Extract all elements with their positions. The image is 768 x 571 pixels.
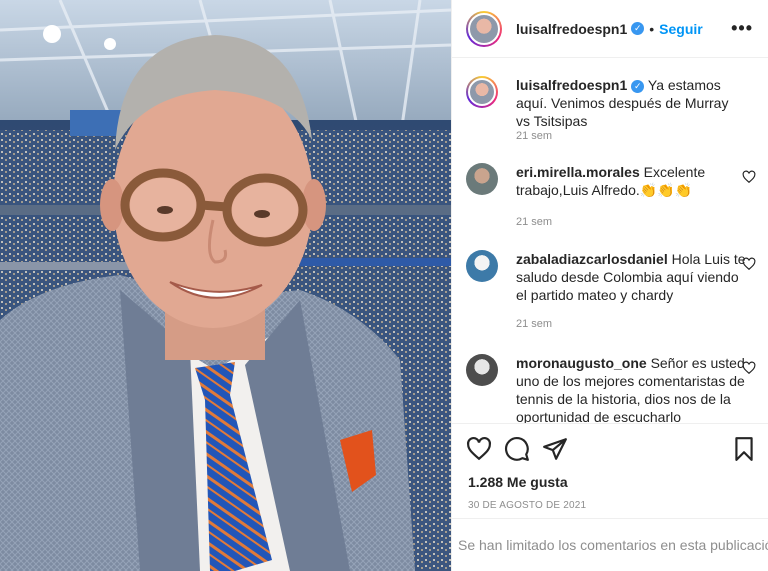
- follow-button[interactable]: Seguir: [659, 21, 703, 37]
- list-item: zabaladiazcarlosdaniel Hola Luis te salu…: [466, 250, 756, 340]
- avatar[interactable]: [466, 163, 498, 195]
- post-header: luisalfredoespn1 ✓ • Seguir •••: [452, 0, 768, 58]
- caption: luisalfredoespn1 ✓ Ya estamos aquí. Venim…: [466, 76, 756, 146]
- post-actions-bar: [452, 423, 768, 471]
- comment-time: 21 sem: [516, 318, 553, 330]
- avatar[interactable]: [466, 250, 498, 282]
- caption-username[interactable]: luisalfredoespn1: [516, 77, 627, 93]
- comments-list[interactable]: luisalfredoespn1 ✓ Ya estamos aquí. Venim…: [452, 59, 768, 423]
- caption-body: luisalfredoespn1 ✓ Ya estamos aquí. Venim…: [516, 76, 746, 130]
- heart-icon[interactable]: [742, 361, 756, 375]
- heart-icon[interactable]: [742, 257, 756, 271]
- avatar[interactable]: [466, 354, 498, 386]
- post-side-panel: luisalfredoespn1 ✓ • Seguir ••• luisalfr…: [451, 0, 768, 571]
- caption-avatar[interactable]: [466, 76, 498, 108]
- comment-body: eri.mirella.morales Excelente trabajo,Lu…: [516, 163, 746, 199]
- verified-badge-icon: ✓: [631, 80, 645, 93]
- heart-icon[interactable]: [466, 436, 492, 462]
- author-avatar[interactable]: [466, 10, 502, 47]
- bookmark-icon[interactable]: [731, 436, 757, 462]
- list-item: eri.mirella.morales Excelente trabajo,Lu…: [466, 163, 756, 233]
- post-photo[interactable]: [0, 0, 451, 571]
- post-date: 30 DE AGOSTO DE 2021: [468, 500, 587, 511]
- more-options-icon[interactable]: •••: [731, 18, 753, 39]
- selfie-stadium-image: [0, 0, 451, 571]
- comment-time: 21 sem: [516, 216, 553, 228]
- comment-username[interactable]: eri.mirella.morales: [516, 164, 640, 180]
- comment-body: moronaugusto_one Señor es usted uno de l…: [516, 354, 746, 423]
- caption-time: 21 sem: [516, 130, 553, 142]
- comment-body: zabaladiazcarlosdaniel Hola Luis te salu…: [516, 250, 746, 304]
- separator-dot: •: [649, 20, 655, 37]
- comment-bubble-icon[interactable]: [504, 436, 530, 462]
- list-item: moronaugusto_one Señor es usted uno de l…: [466, 354, 756, 423]
- paper-plane-icon[interactable]: [542, 436, 568, 462]
- comments-limited-notice: Se han limitado los comentarios en esta …: [452, 518, 768, 571]
- likes-count[interactable]: 1.288 Me gusta: [468, 474, 568, 490]
- instagram-post: luisalfredoespn1 ✓ • Seguir ••• luisalfr…: [0, 0, 768, 571]
- verified-badge-icon: ✓: [631, 22, 645, 35]
- author-username[interactable]: luisalfredoespn1: [516, 21, 627, 37]
- heart-icon[interactable]: [742, 170, 756, 184]
- comment-username[interactable]: zabaladiazcarlosdaniel: [516, 251, 668, 267]
- comment-username[interactable]: moronaugusto_one: [516, 355, 647, 371]
